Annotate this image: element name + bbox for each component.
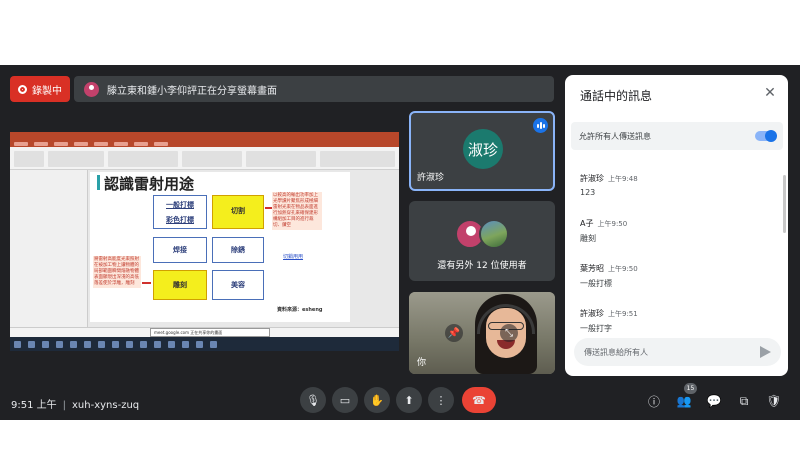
- message-text: 雕刻: [580, 234, 596, 243]
- slide-box-welding: 焊接: [153, 237, 207, 263]
- chat-panel: 通話中的訊息 ✕ 允許所有人傳送訊息 許淑珍 上午9:48 123 A子 上午9:5…: [565, 75, 788, 376]
- slide-title: 認識雷射用途: [104, 175, 195, 193]
- present-screen-icon: ⬆: [404, 393, 414, 407]
- message-text: 一般打標: [580, 279, 612, 288]
- chat-scrollbar[interactable]: [783, 175, 786, 233]
- message-sender: 許淑珍: [580, 174, 604, 183]
- message-sender: A子: [580, 219, 594, 228]
- chat-message: 許淑珍 上午9:48 123: [580, 173, 775, 218]
- box-label: 雕刻: [173, 281, 187, 289]
- powerpoint-body: 認識雷射用途 一般打標 彩色打標 切割 以較高的輸出功率加上光學讀片聚焦形成極細…: [10, 170, 399, 327]
- box-label: 一般打標: [166, 201, 194, 209]
- close-icon[interactable]: ✕: [762, 85, 778, 101]
- participant-count-badge: 15: [684, 383, 697, 394]
- raise-hand-button[interactable]: ✋: [364, 387, 390, 413]
- pin-icon[interactable]: 📌: [445, 324, 463, 342]
- message-list: 許淑珍 上午9:48 123 A子 上午9:50 雕刻 葉芳昭 上午9:50 一般打標…: [580, 173, 775, 353]
- more-options-button[interactable]: ⋮: [428, 387, 454, 413]
- slide-box-beauty: 美容: [212, 270, 264, 300]
- more-vert-icon: ⋮: [435, 393, 447, 407]
- camera-icon: ▭: [339, 393, 351, 407]
- message-time: 上午9:50: [608, 265, 638, 273]
- shared-screen[interactable]: 認識雷射用途 一般打標 彩色打標 切割 以較高的輸出功率加上光學讀片聚焦形成極細…: [10, 132, 399, 351]
- presenter-avatar-icon: [84, 81, 99, 97]
- windows-taskbar: [10, 337, 399, 351]
- recording-label: 錄製中: [32, 85, 62, 97]
- microphone-button[interactable]: 🎙: [300, 387, 326, 413]
- chat-title: 通話中的訊息: [580, 89, 653, 103]
- box-label: 切割: [231, 207, 245, 215]
- participant-name: 許淑珍: [417, 173, 445, 183]
- participant-avatar: 淑珍: [463, 129, 503, 169]
- source-caption: 資料來源：esheng: [277, 307, 323, 313]
- present-button[interactable]: ⬆: [396, 387, 422, 413]
- minimize-icon[interactable]: ⤡: [500, 324, 518, 342]
- host-controls-icon[interactable]: 🛡: [765, 392, 783, 410]
- share-popup: meet.google.com 正在共享你的畫面: [150, 328, 270, 337]
- slide-thumbnails: [10, 170, 88, 327]
- box-label: 美容: [231, 281, 245, 289]
- current-time: 9:51 上午: [11, 400, 57, 411]
- people-icon[interactable]: 👥: [675, 392, 693, 410]
- chat-input[interactable]: [584, 345, 744, 359]
- chat-message: A子 上午9:50 雕刻: [580, 218, 775, 263]
- camera-button[interactable]: ▭: [332, 387, 358, 413]
- phone-hangup-icon: ☎: [472, 393, 486, 407]
- message-time: 上午9:51: [608, 310, 638, 318]
- record-dot-icon: [18, 84, 27, 94]
- chat-message: 葉芳昭 上午9:50 一般打標: [580, 263, 775, 308]
- message-text: 123: [580, 188, 596, 197]
- powerpoint-ribbon: [10, 140, 399, 170]
- message-sender: 許淑珍: [580, 309, 604, 318]
- arrow-icon: [142, 282, 151, 284]
- note-cutting: 以較高的輸出功率加上光學讀片聚焦形成極細雷射光束在物品表面進行加熱穿孔來確保建形…: [272, 192, 322, 230]
- slide-link: 切銷用用: [283, 254, 304, 260]
- photo-avatar-icon: [479, 219, 509, 249]
- message-time: 上午9:48: [608, 175, 638, 183]
- recording-badge[interactable]: 錄製中: [10, 76, 70, 102]
- chat-input-box: [574, 338, 781, 366]
- slide-box-marking: 一般打標 彩色打標: [153, 195, 207, 229]
- hand-icon: ✋: [370, 393, 384, 407]
- powerpoint-titlebar: [10, 132, 399, 140]
- meeting-info: 9:51 上午 | xuh-xyns-zuq: [11, 400, 140, 411]
- message-text: 一般打字: [580, 324, 612, 333]
- slide-box-cutting: 切割: [212, 195, 264, 229]
- message-sender: 葉芳昭: [580, 264, 604, 273]
- slide: 認識雷射用途 一般打標 彩色打標 切割 以較高的輸出功率加上光學讀片聚焦形成極細…: [90, 172, 350, 322]
- box-label: 彩色打標: [166, 216, 194, 224]
- slide-box-engraving: 雕刻: [153, 270, 207, 300]
- send-icon[interactable]: [760, 346, 771, 358]
- self-label: 你: [417, 358, 427, 368]
- note-engraving: 將雷射高能度光束照射在被加工物上讓物體的局部範圍瞬間熔融物體表面顯現出深淺的高低…: [93, 256, 141, 288]
- allow-messages-toggle[interactable]: [755, 130, 777, 142]
- message-time: 上午9:50: [597, 220, 628, 228]
- box-label: 焊接: [173, 246, 187, 254]
- meet-window: 錄製中 滕立東和鍾小李仰評正在分享螢幕畫面 認識雷射用途 一般打標 彩色打標 切…: [0, 65, 800, 420]
- allow-messages-label: 允許所有人傳送訊息: [579, 132, 651, 141]
- title-accent-bar: [97, 175, 100, 190]
- self-video-tile[interactable]: 📌 ⤡ 你: [409, 292, 555, 374]
- info-icon[interactable]: ⓘ: [645, 392, 663, 410]
- microphone-icon: 🎙: [306, 393, 320, 407]
- others-label: 還有另外 12 位使用者: [437, 261, 527, 271]
- meeting-code: xuh-xyns-zuq: [72, 400, 140, 411]
- allow-messages-row: 允許所有人傳送訊息: [571, 122, 783, 150]
- activities-icon[interactable]: ⧉: [735, 392, 753, 410]
- chat-icon[interactable]: 💬: [705, 392, 723, 410]
- end-call-button[interactable]: ☎: [462, 387, 496, 413]
- presenting-text: 滕立東和鍾小李仰評正在分享螢幕畫面: [107, 85, 277, 97]
- presenting-banner: 滕立東和鍾小李仰評正在分享螢幕畫面: [74, 76, 554, 102]
- others-avatars: [455, 219, 513, 251]
- participant-tile-presenter[interactable]: 淑珍 許淑珍: [409, 111, 555, 191]
- speaking-indicator-icon: [533, 118, 548, 133]
- participant-tile-others[interactable]: 還有另外 12 位使用者: [409, 201, 555, 281]
- box-label: 除銹: [231, 246, 245, 254]
- slide-box-rust: 除銹: [212, 237, 264, 263]
